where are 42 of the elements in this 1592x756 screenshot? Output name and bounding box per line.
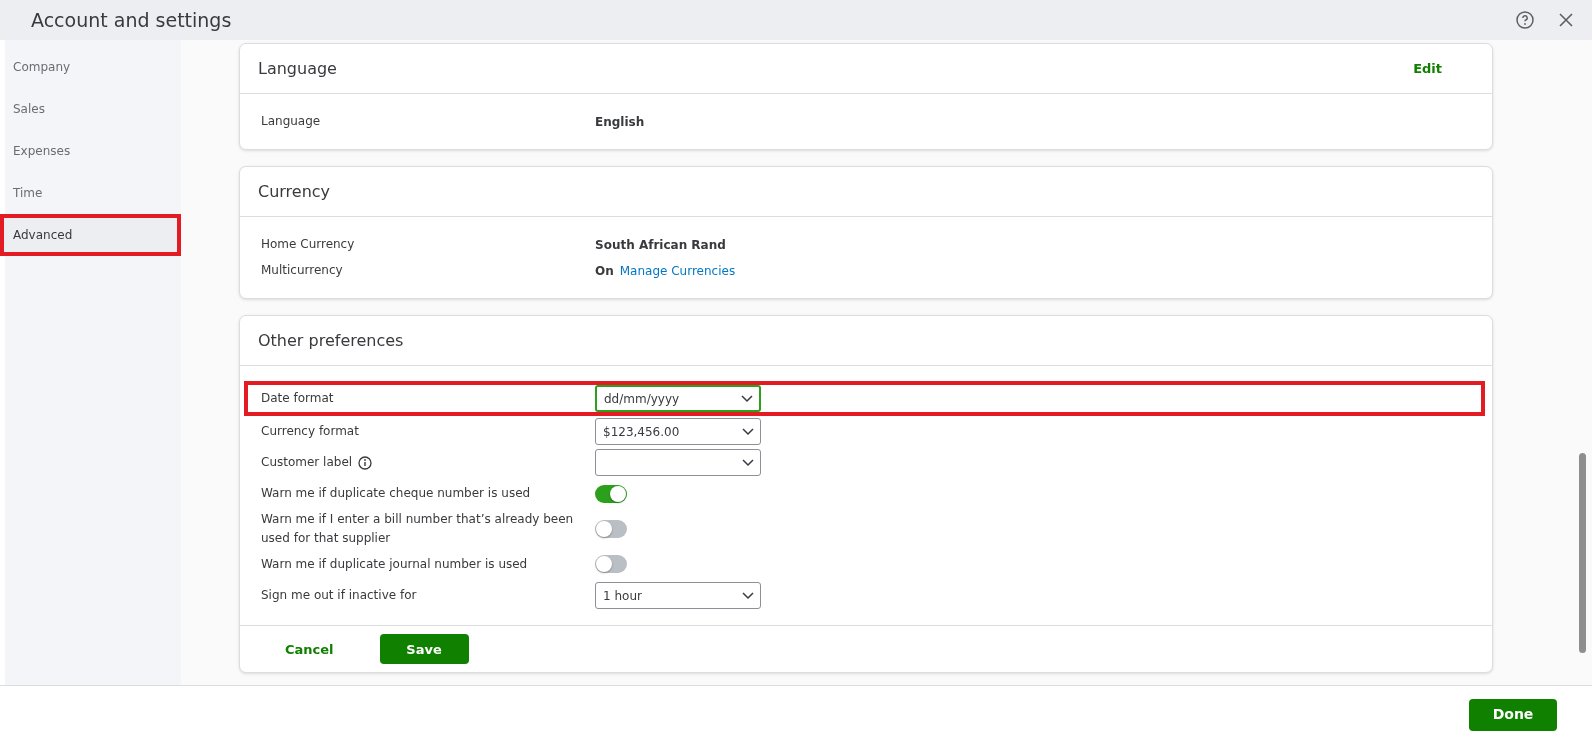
sidebar-item[interactable]: Company [0,46,181,88]
dropdown-field[interactable] [595,449,761,476]
sidebar-item[interactable]: Sales [0,88,181,130]
dropdown-field[interactable]: $123,456.00 [595,418,761,445]
close-icon[interactable] [1558,12,1574,28]
sidebar-item[interactable]: Time [0,172,181,214]
window-title: Account and settings [31,7,232,33]
dropdown-field[interactable]: 1 hour [595,582,761,610]
setting-label: Language [261,113,321,131]
dropdown-field[interactable]: dd/mm/yyyy [595,385,761,412]
scrollbar-thumb[interactable] [1578,453,1586,653]
setting-label: Warn me if duplicate journal number is used [261,555,528,573]
toggle-switch[interactable] [595,520,627,539]
chevron-down-icon [742,458,754,467]
sidebar-item[interactable]: Expenses [0,130,181,172]
chevron-down-icon [742,591,754,600]
setting-label: Warn me if I enter a bill number that’s already been used for that supplier [261,511,575,548]
toggle-switch[interactable] [595,555,627,574]
info-icon[interactable] [358,455,373,470]
sidebar-item[interactable]: Advanced [0,214,181,256]
setting-value: South African Rand [595,237,726,254]
setting-value: On [595,263,614,280]
toggle-switch[interactable] [595,485,627,503]
section-title: Currency [258,180,331,203]
setting-label: Customer label [261,453,353,471]
done-button[interactable]: Done [1469,698,1557,731]
save-button[interactable]: Save [379,634,469,665]
setting-label: Currency format [261,422,359,440]
cancel-button[interactable]: Cancel [279,638,340,661]
chevron-down-icon [742,427,754,436]
setting-label: Warn me if duplicate cheque number is used [261,485,531,503]
manage-currencies-link[interactable]: Manage Currencies [619,262,736,280]
setting-label: Multicurrency [261,262,343,280]
section-title: Language [258,57,337,80]
setting-value: English [595,114,645,131]
edit-link[interactable]: Edit [1413,58,1442,79]
help-icon[interactable] [1516,11,1534,29]
setting-label: Date format [261,389,334,407]
section-title: Other preferences [258,329,404,352]
setting-label: Home Currency [261,236,355,254]
setting-label: Sign me out if inactive for [261,587,417,605]
chevron-down-icon [741,394,753,403]
